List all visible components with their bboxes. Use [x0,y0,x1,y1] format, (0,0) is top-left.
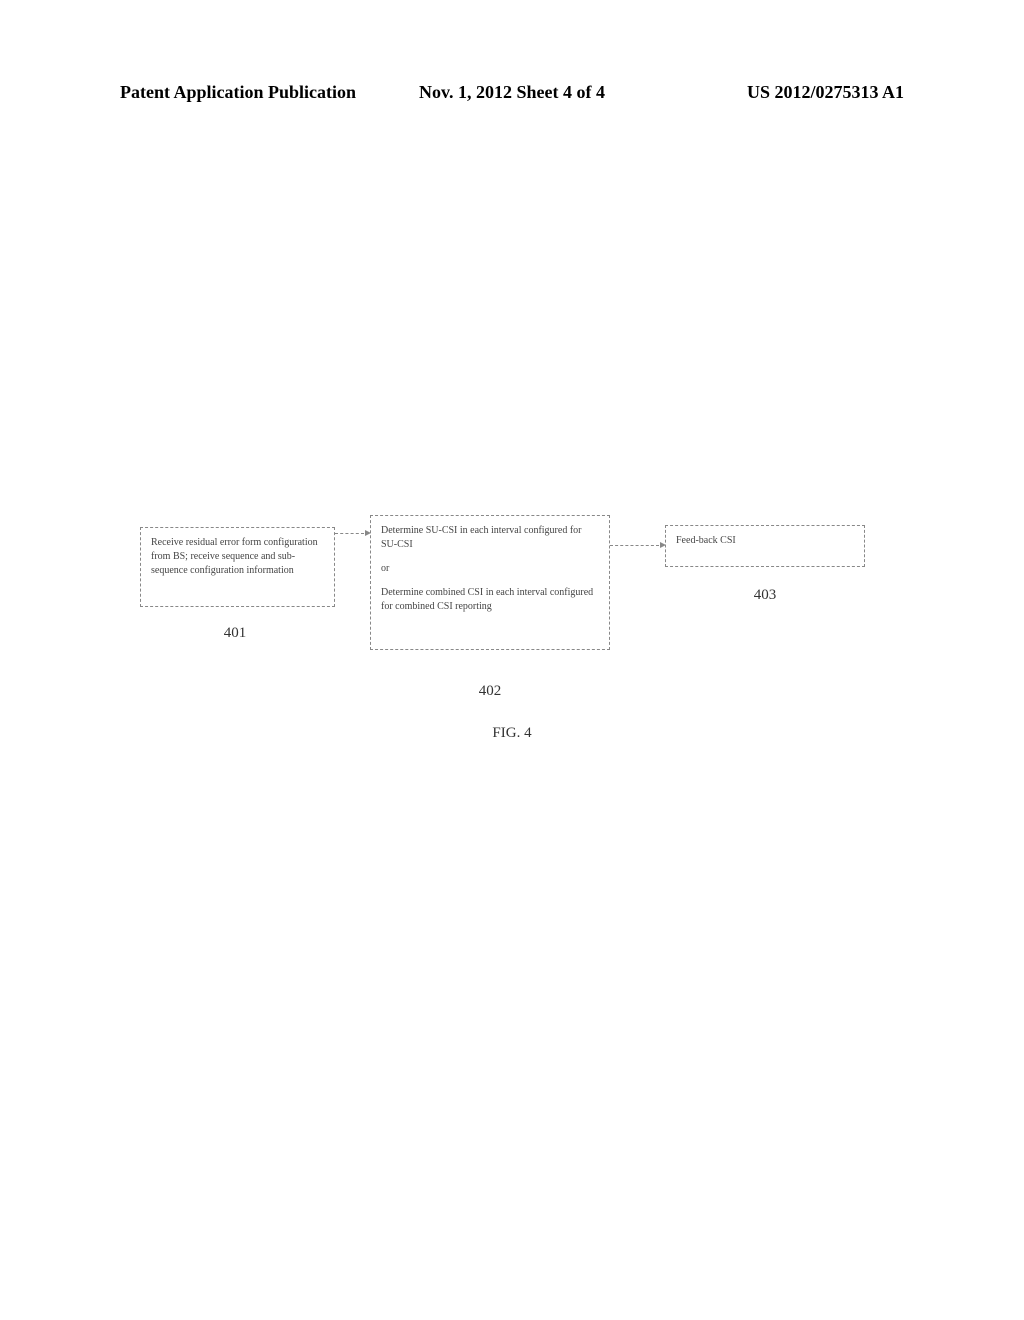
header-date-sheet-label: Nov. 1, 2012 Sheet 4 of 4 [381,82,642,103]
step-box-402-line-b: Determine combined CSI in each interval … [381,586,599,614]
step-box-402: Determine SU-CSI in each interval config… [370,515,610,650]
arrow-icon [610,545,665,546]
page-header: Patent Application Publication Nov. 1, 2… [0,82,1024,103]
step-box-403-text: Feed-back CSI [676,535,736,546]
header-publication-label: Patent Application Publication [120,82,381,103]
figure-caption: FIG. 4 [0,725,1024,742]
step-box-401: Receive residual error form configuratio… [140,527,335,607]
step-box-402-line-a: Determine SU-CSI in each interval config… [381,524,599,552]
step-label-402: 402 [465,683,515,700]
step-box-401-text: Receive residual error form configuratio… [151,537,318,576]
step-label-403: 403 [740,587,790,604]
header-publication-number: US 2012/0275313 A1 [643,82,904,103]
step-box-402-or: or [381,562,599,576]
step-box-403: Feed-back CSI [665,525,865,567]
arrow-icon [335,533,370,534]
step-label-401: 401 [210,625,260,642]
